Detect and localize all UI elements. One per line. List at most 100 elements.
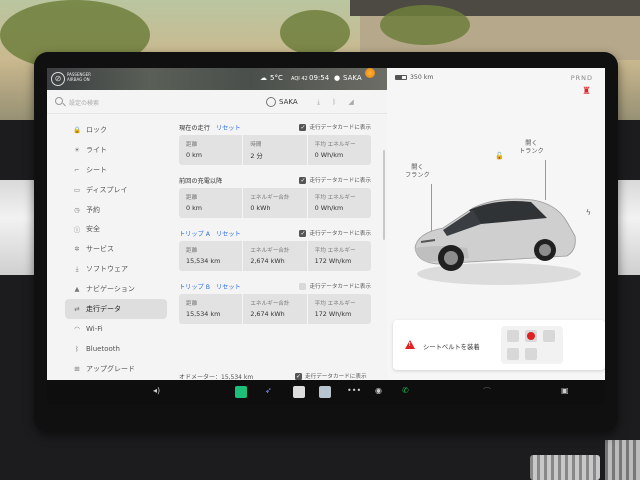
checkbox-label: 走行データカードに表示: [309, 125, 371, 131]
sidebar-item[interactable]: ☀ ライト: [65, 140, 167, 160]
stat-value: 2,674 kWh: [250, 257, 285, 265]
sidebar-item-label: 走行データ: [86, 304, 121, 313]
stat-label: エネルギー合計: [250, 248, 290, 254]
settings-panel: 設定の検索 SAKA ⤓ ᛒ ◢ 🔒 ロック ☀ ライト ⌐ シート ▭ ディスプレイ ◷ 予約 ⓘ…: [47, 90, 387, 381]
trip-section-title-row: 前回の充電以降: [179, 176, 222, 185]
user-profile[interactable]: SAKA: [266, 96, 298, 108]
camera-icon[interactable]: ◉: [375, 386, 382, 398]
sidebar-item[interactable]: ◠ Wi-Fi: [65, 319, 167, 339]
stat-label: 平均 エネルギー: [314, 301, 356, 307]
profile-icon[interactable]: ●: [334, 74, 340, 82]
sidebar-item-label: ソフトウェア: [86, 265, 128, 274]
stat-label: 距離: [186, 195, 198, 201]
trip-section: 前回の充電以降 ✓ 走行データカードに表示距離 0 km エネルギー合計 0 kWh 平均 …: [179, 173, 371, 226]
rocket-icon[interactable]: ➶: [265, 386, 272, 398]
search-icon[interactable]: [55, 97, 63, 105]
scrollbar[interactable]: [383, 150, 385, 240]
trip-stats: 距離 0 km 時間 2 分 平均 エネルギー 0 Wh/km: [179, 135, 371, 165]
sidebar-item[interactable]: ⤓ ソフトウェア: [65, 259, 167, 279]
notes-icon[interactable]: [293, 386, 305, 398]
show-on-card-checkbox[interactable]: ✓ 走行データカードに表示: [299, 229, 371, 237]
aqi: AQI 42: [291, 76, 308, 82]
sidebar-item-label: 安全: [86, 225, 100, 234]
more-icon[interactable]: •••: [347, 386, 361, 398]
show-on-card-checkbox[interactable]: ✓ 走行データカードに表示: [299, 123, 371, 131]
trip-section-title: トリップ A: [179, 231, 210, 238]
sidebar-item[interactable]: ✲ サービス: [65, 239, 167, 259]
sidebar-item[interactable]: ▲ ナビゲーション: [65, 279, 167, 299]
reset-button[interactable]: リセット: [216, 125, 241, 132]
signal-icon[interactable]: ◢: [348, 98, 353, 107]
trip-stat: 距離 0 km: [179, 188, 244, 218]
clock: 09:54: [309, 74, 330, 82]
trip-stat: 平均 エネルギー 0 Wh/km: [308, 135, 371, 165]
sidebar-item[interactable]: ᛒ Bluetooth: [65, 339, 167, 359]
bluetooth-icon[interactable]: ᛒ: [332, 98, 336, 107]
battery-status: 350 km: [395, 74, 433, 81]
warning-icon: !: [405, 340, 415, 349]
wifi-icon: ◠: [74, 324, 80, 333]
trip-section-title: トリップ B: [179, 284, 210, 291]
trip-section-title: 現在の走行: [179, 125, 210, 132]
trip-data-content: 現在の走行 リセット ✓ 走行データカードに表示 距離 0 km 時間 2 分平均 エネルギー…: [179, 120, 371, 381]
sidebar-item-label: Bluetooth: [86, 344, 120, 353]
photos-icon[interactable]: [319, 386, 331, 398]
stat-label: エネルギー合計: [250, 195, 290, 201]
trip-section-title: 前回の充電以降: [179, 178, 223, 185]
climate-icon[interactable]: ⌒: [483, 386, 491, 398]
checkbox-icon[interactable]: [299, 282, 307, 290]
upgrade-icon: ⊞: [74, 364, 80, 373]
sidebar-item[interactable]: ▭ ディスプレイ: [65, 180, 167, 200]
trunk-button[interactable]: 開く トランク: [519, 140, 544, 156]
lock-icon: 🔒: [73, 125, 82, 134]
charge-port-icon[interactable]: ϟ: [586, 208, 591, 217]
sidebar-item[interactable]: 🔒 ロック: [65, 120, 167, 140]
checkbox-icon[interactable]: ✓: [295, 372, 302, 380]
volume-icon[interactable]: ◂): [153, 386, 160, 398]
download-icon[interactable]: ⤓: [317, 98, 320, 107]
lock-icon[interactable]: 🔓: [495, 152, 504, 160]
status-profile[interactable]: SAKA: [343, 74, 362, 82]
show-on-card-checkbox[interactable]: 走行データカードに表示: [299, 282, 371, 290]
stat-value: 0 Wh/km: [314, 204, 344, 212]
stat-value: 15,534 km: [186, 257, 221, 265]
cloud-icon: ☁: [260, 74, 267, 82]
trip-stat: 平均 エネルギー 172 Wh/km: [308, 294, 371, 324]
app-tile-icon[interactable]: [235, 386, 247, 398]
reset-button[interactable]: リセット: [216, 231, 241, 238]
trip-section-title-row: トリップ B リセット: [179, 282, 241, 291]
sidebar-item[interactable]: ⌐ シート: [65, 160, 167, 180]
schedule-icon: ◷: [74, 205, 80, 214]
search-input[interactable]: 設定の検索: [69, 98, 99, 107]
trip-stat: 平均 エネルギー 172 Wh/km: [308, 241, 371, 271]
car-icon[interactable]: ▣: [561, 386, 569, 398]
checkbox-icon[interactable]: ✓: [299, 176, 307, 184]
trip-stat: 平均 エネルギー 0 Wh/km: [308, 188, 371, 218]
trip-section-header: 現在の走行 リセット ✓ 走行データカードに表示: [179, 120, 371, 135]
trip-section-header: トリップ B リセット 走行データカードに表示: [179, 279, 371, 294]
checkbox-icon[interactable]: ✓: [299, 229, 307, 237]
trip-section-title-row: トリップ A リセット: [179, 229, 241, 238]
alert-message: シートベルトを装着: [423, 344, 480, 351]
trip-stat: 時間 2 分: [243, 135, 308, 165]
reset-button[interactable]: リセット: [216, 284, 241, 291]
stat-label: エネルギー合計: [250, 301, 290, 307]
phone-icon[interactable]: ✆: [402, 386, 409, 398]
stat-value: 172 Wh/km: [314, 257, 352, 265]
software-icon: ⤓: [75, 264, 79, 273]
show-on-card-checkbox[interactable]: ✓ 走行データカードに表示: [299, 176, 371, 184]
odometer-checkbox[interactable]: ✓ 走行データカードに表示: [295, 372, 371, 380]
car-3d-model: [414, 198, 581, 285]
seatbelt-alert[interactable]: ! シートベルトを装着: [393, 320, 605, 370]
checkbox-icon[interactable]: ✓: [299, 123, 307, 131]
sidebar-item[interactable]: ◷ 予約: [65, 200, 167, 220]
sidebar-item[interactable]: ⓘ 安全: [65, 219, 167, 239]
light-icon: ☀: [74, 145, 80, 154]
map-strip[interactable]: ⊘ PASSENGER AIRBAG ON ☁ 5°C AQI 42 09:54…: [47, 68, 387, 90]
seatbelt-warning-icon: ♜: [582, 86, 591, 97]
sidebar-item[interactable]: ⊞ アップグレード: [65, 359, 167, 379]
trip-stat: エネルギー合計 0 kWh: [243, 188, 308, 218]
stat-value: 0 kWh: [250, 204, 271, 212]
lock-indicator[interactable]: [365, 68, 375, 78]
sidebar-item[interactable]: ⇄ 走行データ: [65, 299, 167, 319]
